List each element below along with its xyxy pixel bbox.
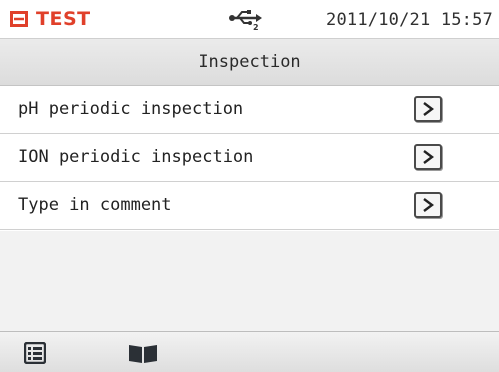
chevron-right-icon[interactable] [414,96,442,122]
page-title: Inspection [198,52,301,72]
usb-icon: 2 [229,10,262,31]
menu-item-label: Type in comment [18,195,172,215]
book-icon[interactable] [128,344,158,364]
bottom-toolbar [0,332,499,372]
inspection-menu: pH periodic inspection ION periodic insp… [0,86,499,230]
chevron-right-icon[interactable] [414,192,442,218]
device-name: TEST [36,8,91,30]
menu-item-type-comment[interactable]: Type in comment [0,182,499,230]
status-datetime: 2011/10/21 15:57 [326,10,493,30]
menu-item-ion-inspection[interactable]: ION periodic inspection [0,134,499,182]
chevron-right-icon[interactable] [414,144,442,170]
page-title-bar: Inspection [0,38,499,86]
svg-text:2: 2 [253,23,259,31]
menu-item-label: pH periodic inspection [18,99,244,119]
device-icon [10,11,28,27]
list-icon[interactable] [24,342,46,364]
menu-item-label: ION periodic inspection [18,147,254,167]
menu-item-ph-inspection[interactable]: pH periodic inspection [0,86,499,134]
status-bar: TEST 2 2011/10/21 15:57 [0,0,499,38]
empty-list-area [0,231,499,332]
